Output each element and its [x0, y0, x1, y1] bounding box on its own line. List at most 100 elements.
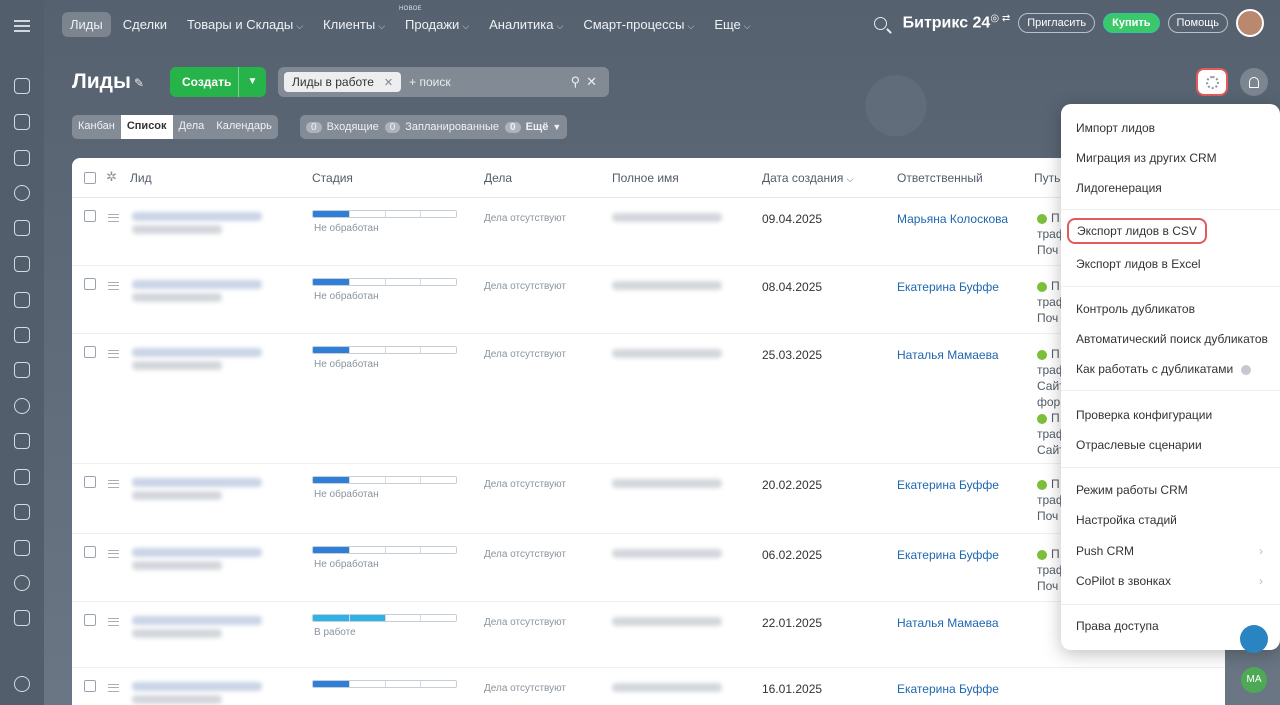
- menu-stage-settings[interactable]: Настройка стадий: [1076, 513, 1177, 527]
- cart-icon[interactable]: [14, 610, 30, 626]
- stage-progress[interactable]: [312, 278, 457, 286]
- search-icon[interactable]: [873, 16, 887, 30]
- stage-progress[interactable]: [312, 614, 457, 622]
- stage-progress[interactable]: [312, 476, 457, 484]
- search-clear-icons[interactable]: ⚲✕: [571, 74, 603, 90]
- row-checkbox[interactable]: [84, 210, 96, 222]
- stage-progress[interactable]: [312, 680, 457, 688]
- stage-progress[interactable]: [312, 210, 457, 218]
- card-icon[interactable]: [14, 327, 30, 343]
- buy-button[interactable]: Купить: [1103, 13, 1160, 33]
- responsible-link[interactable]: Екатерина Буффе: [897, 478, 999, 492]
- invite-button[interactable]: Пригласить: [1018, 13, 1096, 33]
- nav-analytics[interactable]: Аналитика ⌵: [481, 12, 571, 37]
- responsible-link[interactable]: Наталья Мамаева: [897, 348, 999, 362]
- stage-progress[interactable]: [312, 546, 457, 554]
- responsible-link[interactable]: Наталья Мамаева: [897, 616, 999, 630]
- nav-more[interactable]: Еще ⌵: [706, 12, 758, 37]
- file-icon[interactable]: [14, 256, 30, 272]
- chat-icon[interactable]: [14, 114, 30, 130]
- row-menu-icon[interactable]: [108, 684, 119, 692]
- notifications-button[interactable]: [1240, 68, 1268, 96]
- col-path[interactable]: Путь: [1034, 171, 1060, 185]
- menu-push-crm[interactable]: Push CRM ›: [1076, 544, 1271, 558]
- menu-export-csv[interactable]: Экспорт лидов в CSV: [1067, 218, 1207, 244]
- row-checkbox[interactable]: [84, 346, 96, 358]
- funnel-icon[interactable]: [14, 469, 30, 485]
- refresh-icon[interactable]: [14, 78, 30, 94]
- menu-config-check[interactable]: Проверка конфигурации: [1076, 408, 1212, 422]
- table-row[interactable]: Не обработан Дела отсутствуют 06.02.2025 Ек…: [72, 534, 1225, 602]
- stage-progress[interactable]: [312, 346, 457, 354]
- user-badge[interactable]: MA: [1241, 667, 1267, 693]
- nav-smart-processes[interactable]: Смарт-процессы ⌵: [575, 12, 702, 37]
- target-icon[interactable]: [14, 185, 30, 201]
- table-row[interactable]: Не обработан Дела отсутствуют 20.02.2025 Ек…: [72, 464, 1225, 534]
- menu-duplicates-control[interactable]: Контроль дубликатов: [1076, 302, 1195, 316]
- chat-launcher-icon[interactable]: [1240, 625, 1268, 653]
- lead-name-blurred[interactable]: [132, 682, 262, 691]
- create-button[interactable]: Создать ▼: [170, 67, 266, 97]
- chevron-down-icon[interactable]: ▼: [238, 67, 266, 97]
- col-responsible[interactable]: Ответственный: [897, 171, 983, 185]
- lead-name-blurred[interactable]: [132, 478, 262, 487]
- row-checkbox[interactable]: [84, 476, 96, 488]
- counter-planned[interactable]: 0 Запланированные: [384, 121, 499, 133]
- avatar[interactable]: [1236, 9, 1264, 37]
- col-fullname[interactable]: Полное имя: [612, 171, 679, 185]
- row-checkbox[interactable]: [84, 278, 96, 290]
- responsible-link[interactable]: Марьяна Колоскова: [897, 212, 1008, 226]
- help-icon[interactable]: [1241, 364, 1252, 375]
- gear-icon[interactable]: ✲: [106, 169, 117, 185]
- col-deals[interactable]: Дела: [484, 171, 512, 185]
- planner-icon[interactable]: [14, 504, 30, 520]
- row-menu-icon[interactable]: [108, 214, 119, 222]
- presentation-icon[interactable]: [14, 292, 30, 308]
- col-created[interactable]: Дата создания ⌵: [762, 171, 854, 185]
- analytics-icon[interactable]: [14, 575, 30, 591]
- nav-leads[interactable]: Лиды: [62, 11, 111, 37]
- filter-search[interactable]: Лиды в работе ✕ + поиск ⚲✕: [278, 67, 609, 97]
- tasks-icon[interactable]: [14, 433, 30, 449]
- responsible-link[interactable]: Екатерина Буффе: [897, 548, 999, 562]
- lead-name-blurred[interactable]: [132, 212, 262, 221]
- col-lead[interactable]: Лид: [130, 171, 152, 185]
- calendar-icon[interactable]: [14, 220, 30, 236]
- responsible-link[interactable]: Екатерина Буффе: [897, 682, 999, 696]
- table-row[interactable]: Не обработан Дела отсутствуют 25.03.2025 На…: [72, 334, 1225, 464]
- lead-name-blurred[interactable]: [132, 348, 262, 357]
- row-menu-icon[interactable]: [108, 350, 119, 358]
- row-checkbox[interactable]: [84, 614, 96, 626]
- col-stage[interactable]: Стадия: [312, 171, 353, 185]
- row-checkbox[interactable]: [84, 680, 96, 692]
- counter-more[interactable]: 0 Ещё ▼: [505, 121, 561, 133]
- help-button[interactable]: Помощь: [1167, 13, 1228, 33]
- contacts-icon[interactable]: [14, 398, 30, 414]
- search-input[interactable]: + поиск: [409, 75, 570, 89]
- tab-kanban[interactable]: Канбан: [72, 115, 121, 139]
- table-row[interactable]: Дела отсутствуют 16.01.2025 Екатерина Буфф…: [72, 668, 1225, 705]
- row-menu-icon[interactable]: [108, 282, 119, 290]
- lead-name-blurred[interactable]: [132, 616, 262, 625]
- menu-import-leads[interactable]: Импорт лидов: [1076, 121, 1155, 135]
- nav-clients[interactable]: Клиенты ⌵: [315, 12, 393, 37]
- menu-auto-duplicates[interactable]: Автоматический поиск дубликатов: [1076, 332, 1268, 346]
- row-menu-icon[interactable]: [108, 480, 119, 488]
- nav-sales[interactable]: НОВОЕ Продажи ⌵: [397, 6, 477, 37]
- settings-button[interactable]: [1196, 68, 1228, 96]
- table-row[interactable]: Не обработан Дела отсутствуют 09.04.2025 Ма…: [72, 198, 1225, 266]
- store-icon[interactable]: [14, 540, 30, 556]
- row-menu-icon[interactable]: [108, 550, 119, 558]
- row-checkbox[interactable]: [84, 546, 96, 558]
- menu-duplicates-howto[interactable]: Как работать с дубликатами: [1076, 362, 1252, 376]
- tab-calendar[interactable]: Календарь: [210, 115, 278, 139]
- pin-icon[interactable]: ✎: [134, 76, 144, 90]
- menu-industry-scenarios[interactable]: Отраслевые сценарии: [1076, 438, 1202, 452]
- menu-migration[interactable]: Миграция из других CRM: [1076, 151, 1217, 165]
- filter-chip[interactable]: Лиды в работе ✕: [284, 72, 402, 92]
- tab-list[interactable]: Список: [120, 115, 173, 139]
- responsible-link[interactable]: Екатерина Буффе: [897, 280, 999, 294]
- close-icon[interactable]: ✕: [384, 77, 393, 89]
- nav-goods[interactable]: Товары и Склады ⌵: [179, 12, 311, 37]
- menu-access-rights[interactable]: Права доступа: [1076, 619, 1159, 633]
